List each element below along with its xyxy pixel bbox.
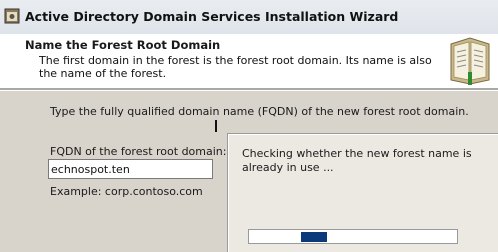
header-divider	[0, 88, 498, 91]
title-bar[interactable]: Active Directory Domain Services Install…	[0, 0, 498, 35]
progress-bar	[248, 229, 458, 244]
wizard-header: Name the Forest Root Domain The first do…	[0, 34, 498, 88]
wizard-window-icon[interactable]	[4, 8, 20, 24]
progress-message: Checking whether the new forest name is …	[242, 147, 472, 174]
text-cursor	[215, 120, 217, 132]
books-icon	[450, 37, 490, 85]
fqdn-instruction: Type the fully qualified domain name (FQ…	[50, 105, 469, 118]
fqdn-label: FQDN of the forest root domain:	[50, 145, 227, 158]
window-title: Active Directory Domain Services Install…	[25, 9, 399, 24]
page-title: Name the Forest Root Domain	[25, 38, 221, 52]
fqdn-input[interactable]	[48, 159, 213, 179]
checking-progress-dialog: Checking whether the new forest name is …	[227, 133, 498, 252]
page-description: The first domain in the forest is the fo…	[39, 54, 432, 80]
fqdn-example: Example: corp.contoso.com	[50, 185, 203, 198]
progress-indicator	[301, 232, 327, 242]
